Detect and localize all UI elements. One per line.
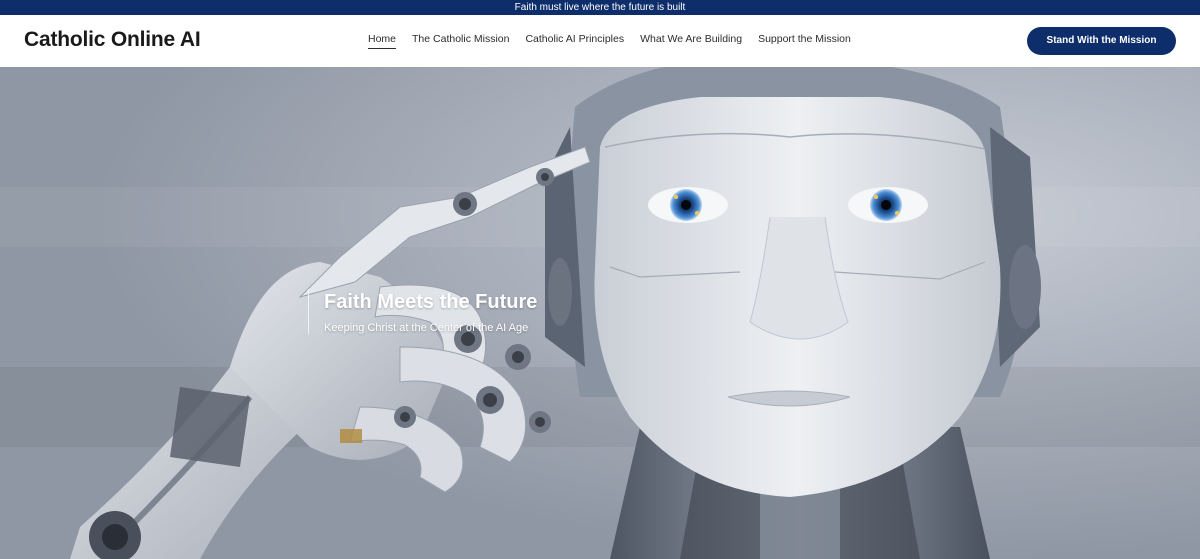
- nav-item-support-the-mission[interactable]: Support the Mission: [758, 33, 851, 49]
- hero-section: Faith Meets the Future Keeping Christ at…: [0, 67, 1200, 559]
- stand-with-mission-button[interactable]: Stand With the Mission: [1027, 27, 1176, 55]
- nav-item-what-we-are-building[interactable]: What We Are Building: [640, 33, 742, 49]
- hero-text-block: Faith Meets the Future Keeping Christ at…: [308, 289, 537, 334]
- nav-item-catholic-mission[interactable]: The Catholic Mission: [412, 33, 509, 49]
- announcement-text: Faith must live where the future is buil…: [514, 2, 686, 13]
- main-nav: Home The Catholic Mission Catholic AI Pr…: [368, 33, 851, 49]
- hero-subtitle: Keeping Christ at the Center of the AI A…: [324, 322, 529, 334]
- humanoid-robot-image: [0, 67, 1200, 559]
- hero-title: Faith Meets the Future: [324, 291, 538, 313]
- nav-item-catholic-ai-principles[interactable]: Catholic AI Principles: [525, 33, 624, 49]
- announcement-bar: Faith must live where the future is buil…: [0, 0, 1200, 15]
- site-header: Catholic Online AI Home The Catholic Mis…: [0, 15, 1200, 67]
- site-logo[interactable]: Catholic Online AI: [24, 28, 201, 52]
- nav-item-home[interactable]: Home: [368, 33, 397, 49]
